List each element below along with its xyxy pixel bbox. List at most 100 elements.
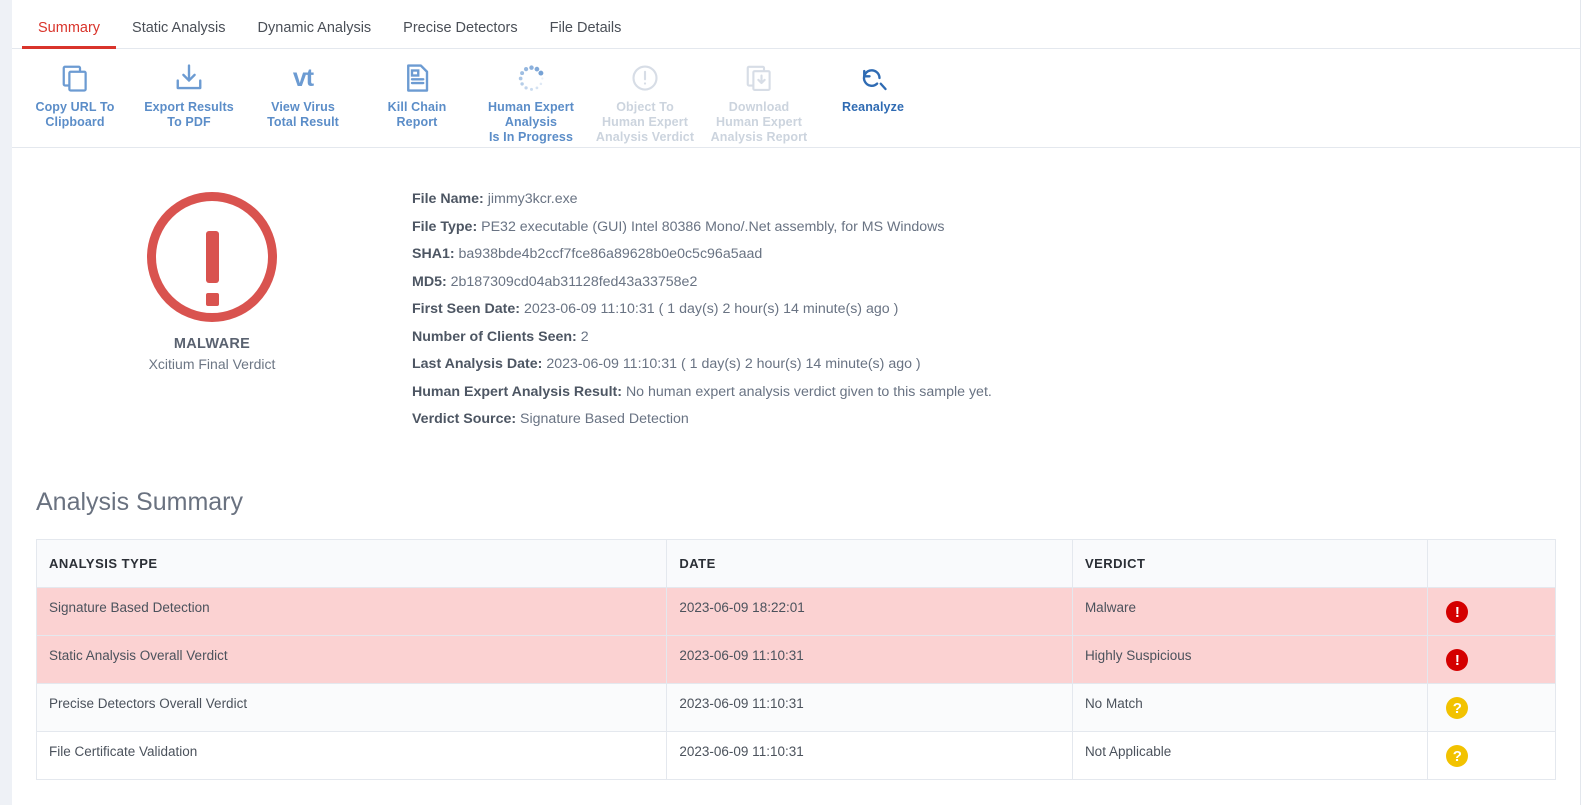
toolbar-label-line: Copy URL To xyxy=(35,100,115,114)
malware-badge-icon: ! xyxy=(1446,601,1469,623)
unknown-badge-icon: ? xyxy=(1446,697,1469,719)
content-card: Summary Static Analysis Dynamic Analysis Pr… xyxy=(12,0,1581,805)
toolbar-label: Kill Chain Report xyxy=(388,100,447,130)
file-info-row: Human Expert Analysis Result: No human e… xyxy=(412,384,992,401)
summary-section: MALWARE Xcitium Final Verdict File Name:… xyxy=(12,148,1580,488)
table-row[interactable]: Static Analysis Overall Verdict 2023-06-0… xyxy=(36,635,1556,684)
file-info-row: File Name: jimmy3kcr.exe xyxy=(412,191,992,208)
cell-verdict: Highly Suspicious xyxy=(1072,635,1429,684)
toolbar-copy-url-to-button[interactable]: Copy URL To Clipboard xyxy=(18,59,132,130)
cell-status: ? xyxy=(1427,731,1556,780)
virustotal-icon: vt xyxy=(292,63,314,92)
file-info-value: jimmy3kcr.exe xyxy=(487,191,578,207)
file-info-row: Verdict Source: Signature Based Detectio… xyxy=(412,411,992,428)
file-info-label: File Name: xyxy=(412,191,484,207)
file-info-value: No human expert analysis verdict given t… xyxy=(625,383,992,400)
toolbar-reanalyze-button[interactable]: Reanalyze xyxy=(816,59,930,115)
toolbar-label-line: Analysis xyxy=(504,115,558,129)
tab-static-analysis[interactable]: Static Analysis xyxy=(116,20,242,49)
toolbar-label: Download Human Expert Analysis Report xyxy=(711,100,808,145)
file-info-label: First Seen Date: xyxy=(412,301,521,317)
cell-date: 2023-06-09 18:22:01 xyxy=(666,587,1073,636)
cell-verdict: No Match xyxy=(1072,683,1429,732)
suspicious-badge-icon: ! xyxy=(1446,649,1469,671)
tab-summary[interactable]: Summary xyxy=(22,20,117,49)
file-info-label: Human Expert Analysis Result: xyxy=(412,383,622,400)
table-body: Signature Based Detection 2023-06-09 18:2… xyxy=(36,587,1556,780)
analysis-summary-table-wrap: ANALYSIS TYPE DATE VERDICT Signature Bas… xyxy=(12,539,1580,780)
toolbar-human-expert-button[interactable]: Human Expert Analysis Is In Progress xyxy=(474,59,588,145)
cell-status: ! xyxy=(1427,587,1556,636)
toolbar-label: Copy URL To Clipboard xyxy=(35,100,114,130)
file-info-row: First Seen Date: 2023-06-09 11:10:31 ( 1… xyxy=(412,301,992,318)
file-info-row: File Type: PE32 executable (GUI) Intel 8… xyxy=(412,219,992,236)
toolbar-label: Export Results To PDF xyxy=(144,100,234,130)
verdict-subtitle: Xcitium Final Verdict xyxy=(148,356,276,372)
cell-analysis-type: Static Analysis Overall Verdict xyxy=(36,635,668,684)
toolbar-label-line: Export Results xyxy=(144,100,234,114)
toolbar-view-virus-button[interactable]: vt View Virus Total Result xyxy=(246,59,360,130)
toolbar-label-line: Clipboard xyxy=(45,115,105,129)
file-info-value: 2 xyxy=(580,328,589,345)
table-row[interactable]: Signature Based Detection 2023-06-09 18:2… xyxy=(36,587,1556,636)
table-row[interactable]: File Certificate Validation 2023-06-09 11… xyxy=(36,731,1556,780)
toolbar-label-line: Analysis Report xyxy=(710,130,808,144)
exclamation-mark xyxy=(205,231,219,306)
tab-precise-detectors[interactable]: Precise Detectors xyxy=(387,20,533,49)
file-info-label: File Type: xyxy=(412,218,478,235)
toolbar-label-line: Is In Progress xyxy=(488,130,574,144)
toolbar-object-to-button: Object To Human Expert Analysis Verdict xyxy=(588,59,702,145)
toolbar-label-line: View Virus xyxy=(271,100,335,114)
cell-analysis-type: Signature Based Detection xyxy=(36,587,668,636)
table-row[interactable]: Precise Detectors Overall Verdict 2023-06… xyxy=(36,683,1556,732)
file-info-label: SHA1: xyxy=(412,246,455,262)
download-pdf-icon xyxy=(174,59,204,97)
page-root: Summary Static Analysis Dynamic Analysis Pr… xyxy=(0,0,1581,805)
cell-verdict: Not Applicable xyxy=(1072,731,1429,780)
unknown-badge-icon: ? xyxy=(1446,745,1469,767)
table-head: ANALYSIS TYPE DATE VERDICT xyxy=(36,539,1556,588)
file-info-label: Number of Clients Seen: xyxy=(412,328,577,345)
file-info-value: ba938bde4b2ccf7fce86a89628b0e0c5c96a5aad xyxy=(458,246,763,262)
cell-verdict: Malware xyxy=(1072,587,1429,636)
toolbar-label-line: Analysis Verdict xyxy=(595,130,695,144)
file-info-list: File Name: jimmy3kcr.exe File Type: PE32 … xyxy=(412,188,992,488)
cell-analysis-type: Precise Detectors Overall Verdict xyxy=(36,683,668,732)
file-info-value: 2023-06-09 11:10:31 ( 1 day(s) 2 hour(s)… xyxy=(546,356,921,372)
verdict-title: MALWARE xyxy=(173,336,251,352)
toolbar-label-line: Human Expert xyxy=(716,115,802,129)
table-header-row: ANALYSIS TYPE DATE VERDICT xyxy=(36,539,1556,588)
file-info-value: 2b187309cd04ab31128fed43a33758e2 xyxy=(450,273,698,290)
cell-status: ! xyxy=(1427,635,1556,684)
file-info-label: Last Analysis Date: xyxy=(412,356,543,372)
toolbar-export-results-button[interactable]: Export Results To PDF xyxy=(132,59,246,130)
toolbar-label-line: Report xyxy=(396,115,438,129)
action-toolbar: Copy URL To Clipboard Export Results To PD… xyxy=(12,49,1580,148)
cell-status: ? xyxy=(1427,683,1556,732)
toolbar-label-line: To PDF xyxy=(167,115,211,129)
toolbar-label-line: Download xyxy=(728,100,790,114)
tab-bar: Summary Static Analysis Dynamic Analysis Pr… xyxy=(12,0,1580,49)
spinner-icon xyxy=(516,59,547,97)
file-info-value: PE32 executable (GUI) Intel 80386 Mono/.… xyxy=(481,218,945,235)
toolbar-label-line: Reanalyze xyxy=(841,100,905,114)
tab-dynamic-analysis[interactable]: Dynamic Analysis xyxy=(242,20,388,49)
toolbar-label: Object To Human Expert Analysis Verdict xyxy=(596,100,694,145)
file-info-row: SHA1: ba938bde4b2ccf7fce86a89628b0e0c5c9… xyxy=(412,246,992,263)
tab-file-details[interactable]: File Details xyxy=(534,20,638,49)
toolbar-label: Reanalyze xyxy=(842,100,904,115)
cell-date: 2023-06-09 11:10:31 xyxy=(666,683,1073,732)
file-info-value: 2023-06-09 11:10:31 ( 1 day(s) 2 hour(s)… xyxy=(523,301,899,317)
cell-analysis-type: File Certificate Validation xyxy=(36,731,668,780)
file-info-row: MD5: 2b187309cd04ab31128fed43a33758e2 xyxy=(412,274,992,291)
alert-circle-icon xyxy=(630,59,660,97)
column-header-status xyxy=(1427,539,1556,588)
cell-date: 2023-06-09 11:10:31 xyxy=(666,635,1073,684)
file-info-label: MD5: xyxy=(412,273,447,290)
file-info-row: Number of Clients Seen: 2 xyxy=(412,329,992,346)
toolbar-label-line: Kill Chain xyxy=(387,100,447,114)
file-info-label: Verdict Source: xyxy=(412,411,517,427)
column-header-analysis-type: ANALYSIS TYPE xyxy=(36,539,668,588)
analysis-summary-table: ANALYSIS TYPE DATE VERDICT Signature Bas… xyxy=(36,539,1556,780)
toolbar-kill-chain-button[interactable]: Kill Chain Report xyxy=(360,59,474,130)
